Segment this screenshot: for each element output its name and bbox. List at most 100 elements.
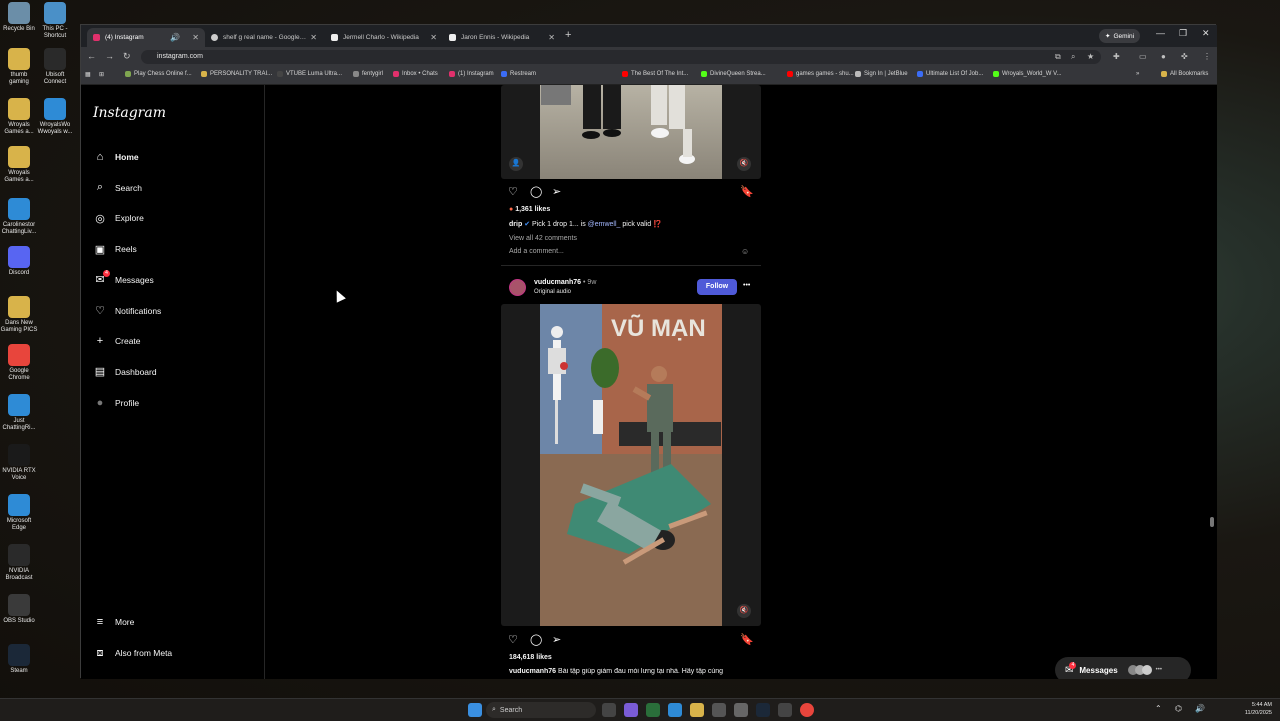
bookmark-item[interactable]: Inbox • Chats — [393, 71, 438, 77]
comment-icon[interactable]: ◯ — [530, 185, 542, 198]
desktop-icon[interactable]: Wroyals Games a... — [0, 146, 38, 184]
maximize-icon[interactable]: ❐ — [1179, 28, 1187, 39]
speaker-icon[interactable]: 🔊 — [170, 33, 180, 42]
edge-icon[interactable] — [668, 703, 682, 717]
install-app-icon[interactable]: ⧉ — [1055, 52, 1061, 62]
star-icon[interactable]: ★ — [1087, 52, 1094, 61]
likes-count-1[interactable]: ● 1,361 likes — [509, 206, 550, 213]
close-tab-icon[interactable]: ✕ — [192, 33, 199, 42]
close-window-icon[interactable]: ✕ — [1202, 28, 1210, 39]
desktop-icon[interactable]: Ubisoft Connect — [36, 48, 74, 86]
tab-jaron-ennis[interactable]: Jaron Ennis - Wikipedia ✕ — [443, 28, 561, 47]
desktop-icon[interactable]: Steam — [0, 644, 38, 675]
share-icon[interactable]: ➢ — [552, 633, 561, 646]
bookmark-icon[interactable]: ▦ — [85, 71, 91, 78]
more-options-icon[interactable]: ••• — [743, 282, 750, 289]
reload-icon[interactable]: ↻ — [123, 51, 131, 62]
save-icon[interactable]: 🔖 — [740, 185, 754, 198]
desktop-icon[interactable]: Just ChattingRi... — [0, 394, 38, 432]
profile-icon[interactable]: ● — [1161, 52, 1166, 61]
clock[interactable]: 5:44 AM 11/20/2025 — [1230, 701, 1272, 717]
network-icon[interactable]: ⌬ — [1175, 704, 1182, 713]
bookmark-item[interactable]: PERSONALITY TRAI... — [201, 71, 272, 77]
all-bookmarks-button[interactable]: All Bookmarks — [1161, 71, 1208, 77]
steam-icon[interactable] — [756, 703, 770, 717]
split-view-icon[interactable]: ▭ — [1139, 52, 1147, 61]
gamepad-icon[interactable]: ✜ — [1181, 52, 1188, 61]
original-audio-link[interactable]: Original audio — [534, 289, 571, 295]
bookmarks-overflow-icon[interactable]: » — [1136, 71, 1139, 77]
extensions-icon[interactable]: ✚ — [1113, 52, 1120, 61]
mute-icon[interactable]: 🔇 — [737, 157, 751, 171]
bookmark-item[interactable]: The Best Of The Int... — [622, 71, 688, 77]
bookmark-item[interactable]: games games - shu... — [787, 71, 854, 77]
bookmark-item[interactable]: VTUBE Luma Ultra... — [277, 71, 342, 77]
tab-jermell-charlo[interactable]: Jermell Charlo - Wikipedia ✕ — [325, 28, 443, 47]
emoji-icon[interactable]: ☺ — [741, 247, 749, 256]
apps-icon[interactable]: ⊞ — [99, 71, 104, 78]
desktop-icon[interactable]: This PC - Shortcut — [36, 2, 74, 40]
desktop-icon[interactable]: Wroyals Games a... — [0, 98, 38, 136]
caption-mention[interactable]: @emwell_ — [588, 221, 621, 228]
likes-count-2[interactable]: 184,618 likes — [509, 654, 552, 661]
nav-more[interactable]: ≡ More — [93, 612, 135, 632]
chrome-icon[interactable] — [800, 703, 814, 717]
copilot-icon[interactable] — [624, 703, 638, 717]
like-icon[interactable]: ♡ — [508, 633, 518, 646]
close-tab-icon[interactable]: ✕ — [430, 33, 437, 42]
desktop-icon[interactable]: Google Chrome — [0, 344, 38, 382]
bookmark-item[interactable]: Wroyals_World_W V... — [993, 71, 1062, 77]
caption-username[interactable]: drip — [509, 221, 522, 228]
desktop-icon[interactable]: Microsoft Edge — [0, 494, 38, 532]
file-explorer-icon[interactable] — [690, 703, 704, 717]
nav-also-from-meta[interactable]: ⧈ Also from Meta — [93, 643, 173, 663]
kebab-menu-icon[interactable]: ⋮ — [1203, 52, 1211, 61]
desktop-icon[interactable]: Dans New Gaming PICS — [0, 296, 38, 334]
messages-pill[interactable]: ✉ 4 Messages ••• — [1055, 657, 1191, 679]
post-username[interactable]: vuducmanh76 — [534, 279, 581, 286]
bookmark-item[interactable]: Restream — [501, 71, 536, 77]
app-icon[interactable] — [646, 703, 660, 717]
gemini-button[interactable]: ✦ Gemini — [1099, 29, 1141, 43]
nav-dashboard[interactable]: ▤ Dashboard — [93, 362, 157, 382]
bookmark-item[interactable]: fentygirl — [353, 71, 383, 77]
zoom-icon[interactable]: ⌕ — [1071, 52, 1075, 62]
nav-search[interactable]: ⌕ Search — [93, 178, 142, 198]
tab-instagram[interactable]: (4) Instagram 🔊 ✕ — [87, 28, 205, 47]
nav-explore[interactable]: ◎ Explore — [93, 208, 144, 228]
store-icon[interactable] — [712, 703, 726, 717]
bookmark-item[interactable]: Play Chess Online f... — [125, 71, 192, 77]
page-scrollbar[interactable] — [1209, 85, 1215, 675]
add-comment-input[interactable]: Add a comment... — [509, 248, 564, 255]
nav-profile[interactable]: ● Profile — [93, 393, 139, 413]
bookmark-item[interactable]: Ultimate List Of Job... — [917, 71, 983, 77]
desktop-icon[interactable]: NVIDIA Broadcast — [0, 544, 38, 582]
follow-button[interactable]: Follow — [697, 279, 737, 295]
post-media-1[interactable]: 👤 🔇 — [501, 85, 761, 179]
taskbar-search[interactable]: ⌕ Search — [486, 702, 596, 718]
tray-chevron-icon[interactable]: ⌃ — [1155, 704, 1162, 713]
new-tab-button[interactable]: + — [565, 29, 571, 41]
tab-google-search[interactable]: shelf g real name - Google Sea... ✕ — [205, 28, 323, 47]
mute-icon[interactable]: 🔇 — [737, 604, 751, 618]
view-comments-link[interactable]: View all 42 comments — [509, 235, 577, 242]
nav-reels[interactable]: ▣ Reels — [93, 239, 137, 259]
instagram-logo[interactable]: Instagram — [93, 105, 166, 121]
nav-messages[interactable]: ✉ 4 Messages — [93, 269, 154, 290]
volume-icon[interactable]: 🔊 — [1195, 704, 1205, 713]
desktop-icon[interactable]: Carolinestor ChattingLiv... — [0, 198, 38, 236]
bookmark-item[interactable]: Sign In | JetBlue — [855, 71, 908, 77]
avatar[interactable] — [509, 279, 526, 296]
nav-create[interactable]: + Create — [93, 331, 141, 351]
forward-icon[interactable]: → — [105, 51, 114, 61]
share-icon[interactable]: ➢ — [552, 185, 561, 198]
url-field[interactable]: instagram.com — [141, 50, 1101, 64]
desktop-icon[interactable]: WroyalsWo Wwoyals w... — [36, 98, 74, 136]
save-icon[interactable]: 🔖 — [740, 633, 754, 646]
task-view-icon[interactable] — [602, 703, 616, 717]
close-tab-icon[interactable]: ✕ — [548, 33, 555, 42]
obs-icon[interactable] — [778, 703, 792, 717]
nav-notifications[interactable]: ♡ Notifications — [93, 301, 161, 321]
nav-home[interactable]: ⌂ Home — [93, 147, 139, 167]
desktop-icon[interactable]: Discord — [0, 246, 38, 277]
